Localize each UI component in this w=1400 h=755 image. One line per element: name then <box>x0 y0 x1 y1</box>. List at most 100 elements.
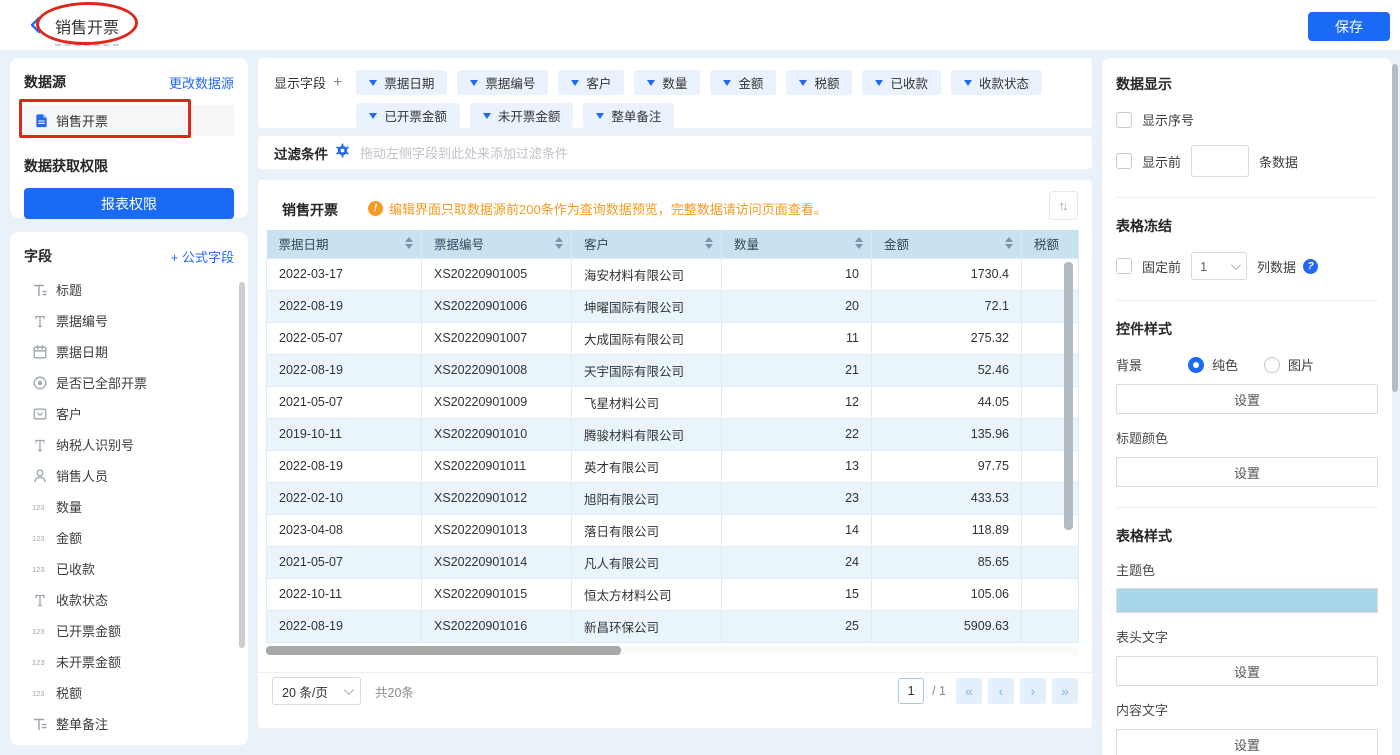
cell: 433.53 <box>872 482 1022 514</box>
field-item[interactable]: 票据编号 <box>24 305 234 336</box>
cell: XS20220901013 <box>422 514 572 546</box>
show-first-count-input[interactable] <box>1191 145 1249 177</box>
add-display-field-button[interactable]: + <box>333 75 342 91</box>
show-first-label: 显示前 <box>1142 152 1181 171</box>
table-row: 2019-10-11XS20220901010腾骏材料有限公司22135.96 <box>267 418 1079 450</box>
add-formula-field-link[interactable]: + 公式字段 <box>171 247 234 266</box>
table-row: 2022-08-19XS20220901016新昌环保公司255909.63 <box>267 610 1079 642</box>
cell: 旭阳有限公司 <box>572 482 722 514</box>
radio-icon <box>32 375 48 391</box>
field-label: 税额 <box>56 683 82 702</box>
save-button[interactable]: 保存 <box>1308 12 1390 41</box>
image-radio[interactable] <box>1264 357 1280 373</box>
display-field-chip[interactable]: 收款状态 <box>951 70 1042 95</box>
solid-color-radio[interactable] <box>1188 357 1204 373</box>
help-icon[interactable]: ? <box>1303 259 1318 274</box>
field-item[interactable]: 收款状态 <box>24 584 234 615</box>
title-color-set-button[interactable]: 设置 <box>1116 457 1378 487</box>
display-field-chip[interactable]: 数量 <box>634 70 700 95</box>
gear-icon[interactable] <box>335 143 350 163</box>
chevron-down-icon <box>369 80 377 86</box>
field-item[interactable]: 整单备注 <box>24 708 234 739</box>
report-permission-button[interactable]: 报表权限 <box>24 188 234 219</box>
show-first-checkbox[interactable] <box>1116 153 1132 169</box>
prev-page-button[interactable]: ‹ <box>988 678 1014 704</box>
cell: XS20220901015 <box>422 578 572 610</box>
field-item[interactable]: 客户 <box>24 398 234 429</box>
change-datasource-link[interactable]: 更改数据源 <box>169 73 234 92</box>
cell: 10 <box>722 258 872 290</box>
sort-arrows-icon[interactable] <box>705 237 713 249</box>
field-item[interactable]: 已开票金额 <box>24 615 234 646</box>
column-header[interactable]: 票据日期 <box>267 230 422 258</box>
cell: 72.1 <box>872 290 1022 322</box>
field-item[interactable]: 是否已全部开票 <box>24 367 234 398</box>
cell: 2022-08-19 <box>267 610 422 642</box>
cell: XS20220901012 <box>422 482 572 514</box>
table-row: 2023-04-08XS20220901013落日有限公司14118.89 <box>267 514 1079 546</box>
column-header[interactable]: 数量 <box>722 230 872 258</box>
table-body: 2022-03-17XS20220901005海安材料有限公司101730.42… <box>267 258 1079 642</box>
content-text-set-button[interactable]: 设置 <box>1116 729 1378 755</box>
display-field-chip[interactable]: 已开票金额 <box>356 103 460 128</box>
display-field-chip[interactable]: 票据日期 <box>356 70 447 95</box>
show-index-checkbox[interactable] <box>1116 112 1132 128</box>
field-item[interactable]: 已收款 <box>24 553 234 584</box>
sort-arrows-icon[interactable] <box>855 237 863 249</box>
back-icon[interactable] <box>26 15 46 35</box>
filter-dropzone-placeholder[interactable]: 拖动左侧字段到此处来添加过滤条件 <box>360 143 568 162</box>
last-page-button[interactable]: » <box>1052 678 1078 704</box>
calendar-icon <box>32 344 48 360</box>
widget-style-heading: 控件样式 <box>1116 319 1378 339</box>
cell: 海安材料有限公司 <box>572 258 722 290</box>
freeze-checkbox[interactable] <box>1116 258 1132 274</box>
title-icon <box>32 282 48 298</box>
field-item[interactable]: 未开票金额 <box>24 646 234 677</box>
field-item[interactable]: 金额 <box>24 522 234 553</box>
display-field-chip[interactable]: 金额 <box>710 70 776 95</box>
settings-scrollbar[interactable] <box>1392 64 1398 392</box>
cell: 275.32 <box>872 322 1022 354</box>
table-horizontal-scrollbar[interactable] <box>266 646 621 655</box>
field-item[interactable]: 票据日期 <box>24 336 234 367</box>
column-header-label: 客户 <box>584 238 609 252</box>
display-field-chip[interactable]: 税额 <box>786 70 852 95</box>
display-field-chip[interactable]: 票据编号 <box>457 70 548 95</box>
sort-arrows-icon[interactable] <box>405 237 413 249</box>
column-header[interactable]: 税额 <box>1022 230 1079 258</box>
table-vertical-scrollbar[interactable] <box>1064 262 1073 530</box>
next-page-button[interactable]: › <box>1020 678 1046 704</box>
display-field-chip[interactable]: 已收款 <box>862 70 941 95</box>
datasource-item[interactable]: 销售开票 <box>24 105 234 136</box>
column-header[interactable]: 票据编号 <box>422 230 572 258</box>
first-page-button[interactable]: « <box>956 678 982 704</box>
freeze-count-select[interactable]: 1 <box>1191 252 1247 280</box>
field-item[interactable]: 销售人员 <box>24 460 234 491</box>
cell: 135.96 <box>872 418 1022 450</box>
field-item[interactable]: 纳税人识别号 <box>24 429 234 460</box>
display-field-chip[interactable]: 整单备注 <box>583 103 674 128</box>
field-item[interactable]: 税额 <box>24 677 234 708</box>
sort-toggle-button[interactable]: ↑↓ <box>1049 191 1078 220</box>
display-fields-label: 显示字段 <box>274 73 326 92</box>
display-field-chip[interactable]: 客户 <box>558 70 624 95</box>
page-number-input[interactable] <box>898 678 924 704</box>
theme-color-swatch[interactable] <box>1116 588 1378 613</box>
chip-label: 整单备注 <box>611 106 661 125</box>
sort-arrows-icon[interactable] <box>555 237 563 249</box>
table-title: 销售开票 <box>282 200 338 220</box>
cell: 大成国际有限公司 <box>572 322 722 354</box>
table-style-heading: 表格样式 <box>1116 526 1378 546</box>
column-header[interactable]: 金额 <box>872 230 1022 258</box>
background-set-button[interactable]: 设置 <box>1116 384 1378 414</box>
cell: 落日有限公司 <box>572 514 722 546</box>
display-field-chip[interactable]: 未开票金额 <box>470 103 574 128</box>
fields-scrollbar[interactable] <box>239 282 245 648</box>
sort-arrows-icon[interactable] <box>1005 237 1013 249</box>
field-item[interactable]: 数量 <box>24 491 234 522</box>
header-text-set-button[interactable]: 设置 <box>1116 656 1378 686</box>
display-field-chips: 票据日期票据编号客户数量金额税额已收款收款状态已开票金额未开票金额 整单备注 <box>356 70 1056 128</box>
field-item[interactable]: 标题 <box>24 274 234 305</box>
page-size-select[interactable]: 20 条/页 <box>272 677 361 705</box>
column-header[interactable]: 客户 <box>572 230 722 258</box>
